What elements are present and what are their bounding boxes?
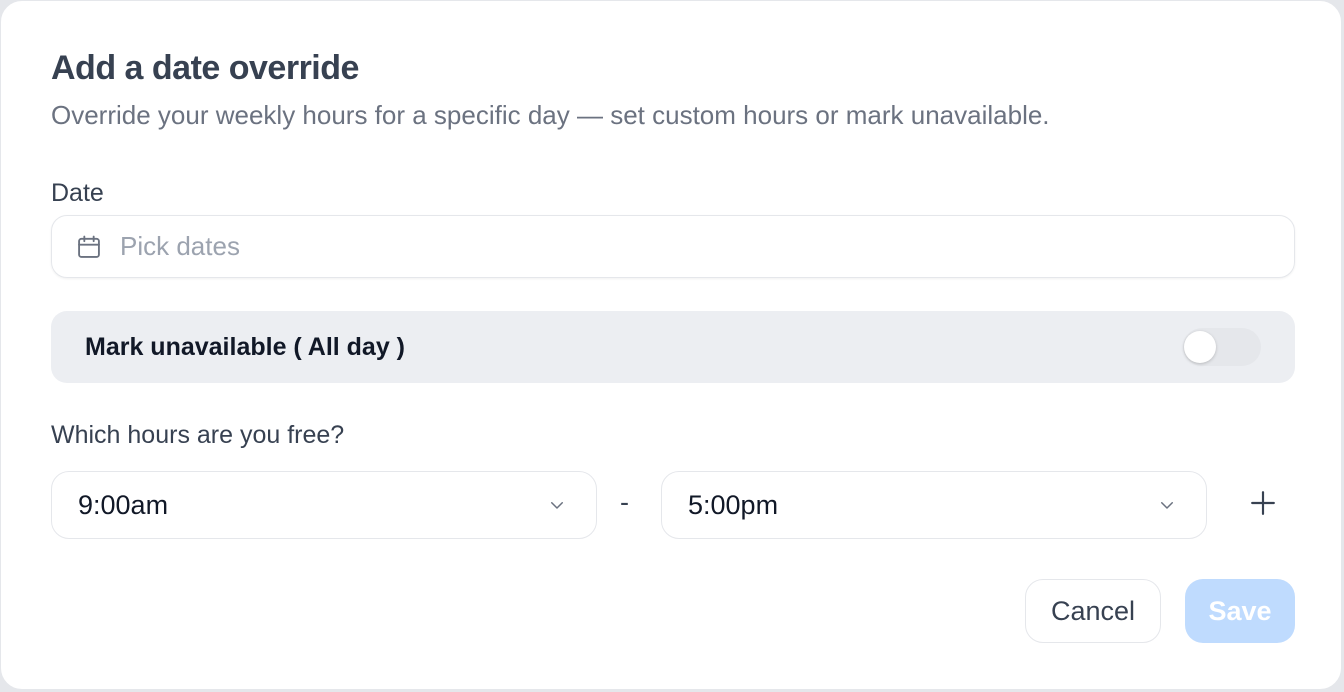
save-button[interactable]: Save	[1185, 579, 1295, 643]
chevron-down-icon	[548, 490, 566, 521]
dialog-subtitle: Override your weekly hours for a specifi…	[51, 100, 1050, 130]
dialog-title: Add a date override	[51, 49, 359, 87]
free-hours-label: Which hours are you free?	[51, 421, 345, 449]
calendar-icon	[75, 233, 103, 261]
start-time-value: 9:00am	[78, 489, 169, 520]
cancel-button[interactable]: Cancel	[1025, 579, 1161, 643]
date-override-dialog: Add a date override Override your weekly…	[0, 0, 1342, 690]
mark-unavailable-label: Mark unavailable ( All day )	[85, 332, 406, 361]
date-placeholder: Pick dates	[120, 231, 240, 261]
time-range-separator: -	[620, 487, 629, 517]
end-time-value: 5:00pm	[688, 489, 779, 520]
date-label: Date	[51, 179, 104, 207]
toggle-knob	[1184, 331, 1216, 363]
date-picker-input[interactable]: Pick dates	[51, 215, 1295, 278]
end-time-select[interactable]: 5:00pm	[661, 471, 1207, 539]
chevron-down-icon	[1158, 490, 1176, 521]
mark-unavailable-toggle[interactable]	[1183, 328, 1261, 366]
add-time-range-button[interactable]	[1241, 483, 1285, 527]
plus-icon	[1250, 490, 1276, 521]
start-time-select[interactable]: 9:00am	[51, 471, 597, 539]
mark-unavailable-row: Mark unavailable ( All day )	[51, 311, 1295, 383]
